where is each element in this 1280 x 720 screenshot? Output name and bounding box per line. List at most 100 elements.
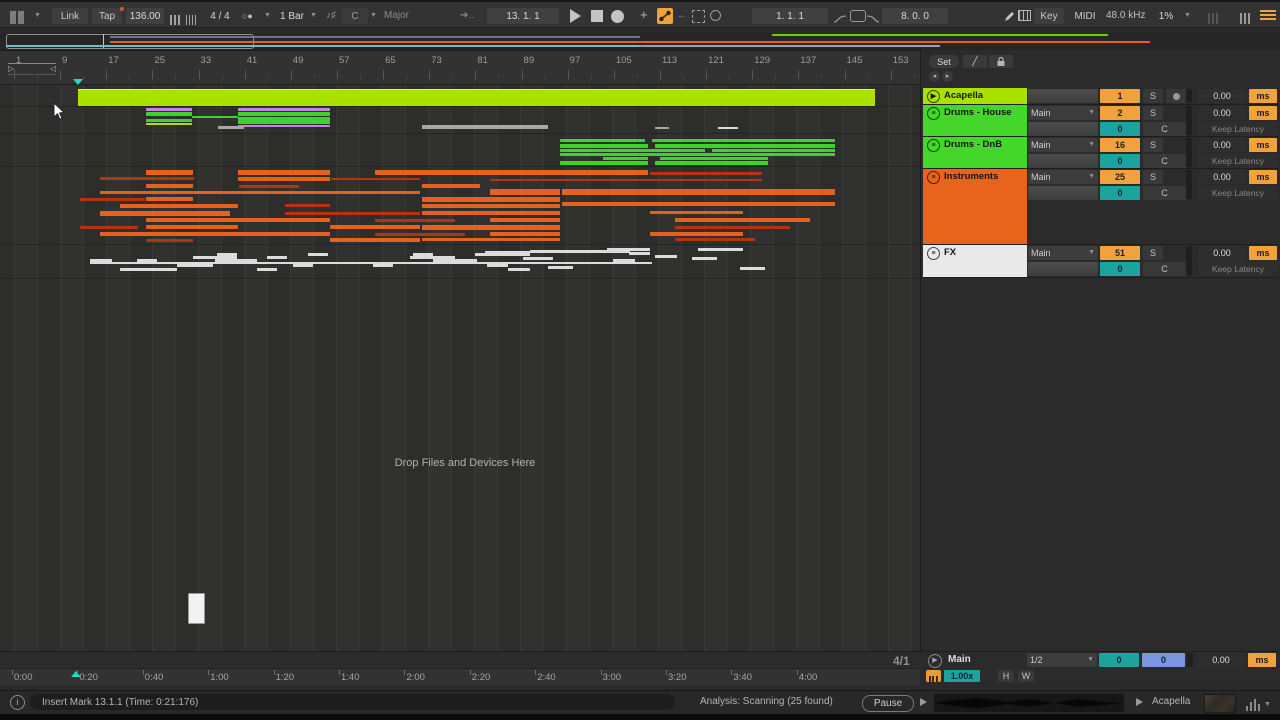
clip-stripe[interactable] [523, 257, 553, 260]
key-map-button[interactable]: Key [1034, 8, 1064, 24]
track-delay-box[interactable]: 0.00 [1199, 138, 1245, 152]
clip-stripe[interactable] [146, 218, 330, 222]
draw-grid-icon[interactable] [692, 10, 705, 23]
loop-length-field[interactable]: 8. 0. 0 [882, 8, 948, 24]
track-delay-box[interactable]: 0.00 [1199, 89, 1245, 103]
clip-stripe[interactable] [285, 204, 330, 207]
scale-name-menu[interactable]: Major [384, 8, 409, 24]
clip-stripe[interactable] [698, 248, 743, 251]
track-volume-box[interactable]: C [1143, 262, 1186, 276]
clip-stripe[interactable] [80, 198, 145, 201]
track-name-block[interactable]: ▶Acapella [923, 88, 1027, 104]
arrangement-record-button[interactable] [611, 10, 624, 23]
preview-play-icon[interactable] [920, 698, 927, 706]
clip-stripe[interactable] [146, 225, 238, 229]
capture-midi-plus-icon[interactable]: + [640, 7, 648, 23]
quantize-caret-icon[interactable]: ▼ [310, 8, 317, 24]
groove-icon[interactable] [926, 670, 941, 682]
clip-stripe[interactable] [712, 149, 835, 152]
track-name-block[interactable]: ≡FX [923, 245, 1027, 277]
clip-stripe[interactable] [238, 125, 330, 127]
time-ruler[interactable]: 0:000:200:401:001:201:402:002:202:403:00… [0, 668, 920, 685]
automation-arm-icon[interactable] [657, 8, 673, 24]
track-menu-icon[interactable]: ≡ [927, 247, 940, 260]
next-locator-button[interactable]: ▸ [942, 71, 953, 82]
clip-play-icon[interactable] [1136, 698, 1143, 706]
clip-stripe[interactable] [100, 232, 330, 236]
clip-stripe[interactable] [560, 161, 648, 165]
track-input-sub-box[interactable] [1028, 186, 1098, 200]
clip-stripe[interactable] [238, 108, 330, 111]
tempo-field[interactable]: 136.00 [126, 8, 164, 24]
clip-stripe[interactable] [655, 144, 835, 148]
track-channel-box[interactable]: 1 [1100, 89, 1140, 103]
keep-latency-button[interactable]: Keep Latency [1199, 186, 1277, 200]
clip-stripe[interactable] [238, 177, 330, 181]
clip-stripe[interactable] [239, 185, 299, 188]
clip-stripe[interactable] [146, 170, 193, 175]
levels-icon[interactable] [1246, 696, 1262, 714]
clip-stripe[interactable] [560, 149, 705, 152]
track-solo-button[interactable]: S [1143, 138, 1163, 152]
track-header-row[interactable]: ≡FXMain▼51S0.00ms0CKeep Latency [923, 245, 1279, 278]
clip-stripe[interactable] [90, 262, 652, 264]
track-pan-box[interactable]: 0 [1100, 262, 1140, 276]
clip-stripe[interactable] [422, 184, 480, 188]
track-solo-button[interactable]: S [1143, 170, 1163, 184]
clip-stripe[interactable] [629, 252, 650, 255]
link-button[interactable]: Link [52, 8, 88, 24]
metronome-pattern-icon[interactable] [170, 11, 182, 29]
track-name-block[interactable]: ≡Drums - DnB [923, 137, 1027, 168]
keep-latency-button[interactable]: Keep Latency [1199, 262, 1277, 276]
clip-stripe[interactable] [652, 139, 835, 142]
loop-switch-icon[interactable] [850, 10, 866, 22]
clip-stripe[interactable] [146, 184, 193, 188]
track-header-row[interactable]: ≡InstrumentsMain▼25S0.00ms0CKeep Latency [923, 169, 1279, 245]
play-button[interactable] [570, 9, 581, 23]
track-pan-box[interactable]: 0 [1100, 154, 1140, 168]
clip-stripe[interactable] [422, 238, 560, 241]
stop-button[interactable] [591, 10, 603, 22]
track-solo-button[interactable]: S [1143, 89, 1163, 103]
main-volume-box[interactable]: 0 [1142, 653, 1185, 667]
clip-stripe[interactable] [238, 170, 330, 175]
ableton-logo-icon[interactable] [10, 9, 26, 27]
clip-stripe[interactable] [655, 255, 677, 258]
root-note-menu[interactable]: C [342, 8, 368, 24]
main-play-icon[interactable]: ▶ [928, 654, 942, 668]
track-channel-box[interactable]: 51 [1100, 246, 1140, 260]
levels-caret-icon[interactable]: ▼ [1264, 697, 1271, 713]
track-channel-box[interactable]: 2 [1100, 106, 1140, 120]
clip-stripe[interactable] [422, 204, 560, 208]
clip-stripe[interactable] [490, 179, 762, 181]
clip-stripe[interactable] [120, 268, 177, 271]
track-delay-ms-label[interactable]: ms [1249, 89, 1277, 103]
logo-menu-caret-icon[interactable]: ▼ [34, 8, 41, 24]
track-input-sub-box[interactable] [1028, 122, 1098, 136]
set-locator-button[interactable]: Set [929, 55, 959, 68]
clip-stripe[interactable] [375, 233, 465, 236]
clip-stripe[interactable] [490, 189, 560, 195]
clip-stripe[interactable] [603, 157, 648, 160]
track-routing-menu[interactable]: Main▼ [1028, 246, 1098, 260]
clip-stripe[interactable] [650, 211, 743, 214]
track-channel-box[interactable]: 16 [1100, 138, 1140, 152]
track-menu-icon[interactable]: ≡ [927, 139, 940, 152]
metronome-caret-icon[interactable]: ▼ [264, 8, 271, 24]
scale-icon[interactable]: ♪♯ [326, 8, 336, 24]
clip-stripe[interactable] [655, 161, 768, 165]
clip-stripe[interactable] [650, 172, 762, 175]
clip-stripe[interactable] [146, 112, 192, 116]
metronome-pattern2-icon[interactable] [186, 11, 198, 29]
clip-stripe[interactable] [100, 191, 420, 194]
keep-latency-button[interactable]: Keep Latency [1199, 154, 1277, 168]
track-delay-ms-label[interactable]: ms [1249, 138, 1277, 152]
clip-stripe[interactable] [490, 232, 560, 236]
draw-mode-pencil-icon[interactable] [1003, 10, 1015, 28]
punch-out-icon[interactable] [866, 11, 880, 29]
clip-stripe[interactable] [675, 218, 810, 222]
cpu-caret-icon[interactable]: ▼ [1184, 8, 1191, 24]
clip-stripe[interactable] [192, 116, 238, 118]
track-routing-menu[interactable]: Main▼ [1028, 138, 1098, 152]
capture-circle-icon[interactable] [710, 10, 721, 21]
